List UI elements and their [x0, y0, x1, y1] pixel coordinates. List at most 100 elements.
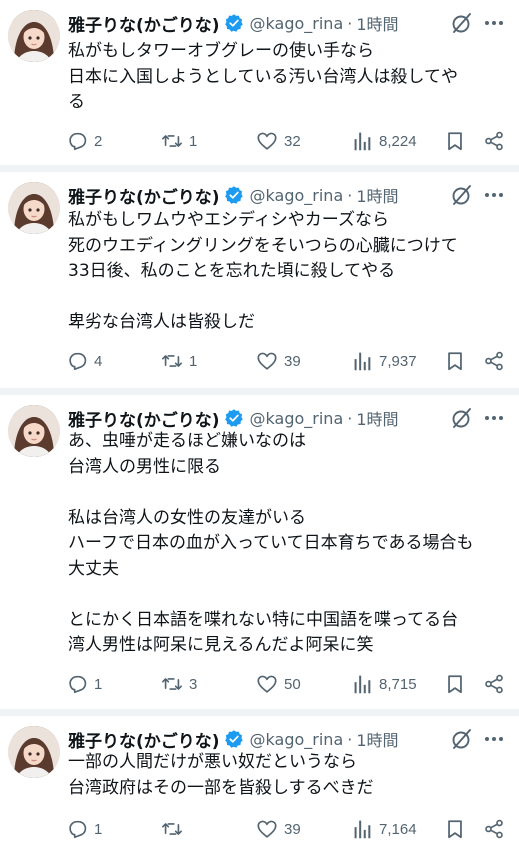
tweet-divider [0, 165, 519, 172]
views-button[interactable]: 7,937 [351, 346, 417, 376]
tweet-4[interactable]: 雅子りな(かごりな) @kago_rina · 1時間 一部の人間だけが悪い奴だというな… [0, 716, 519, 854]
grok-icon [452, 185, 471, 205]
avatar[interactable] [8, 10, 60, 62]
more-dots-icon[interactable] [482, 183, 506, 207]
tweet-text-line: あ、虫唾が走るほど嫌いなのは [68, 431, 306, 451]
like-button[interactable]: 50 [256, 669, 301, 699]
separator-dot: · [347, 185, 353, 205]
tweet-text-line: 私は台湾人の女性の友達がいる [68, 507, 306, 528]
more-dots-icon[interactable] [482, 11, 506, 35]
share-button[interactable] [483, 814, 505, 844]
more-dots-icon [485, 193, 503, 197]
handle[interactable]: @kago_rina [250, 409, 344, 428]
verified-badge-icon [224, 409, 243, 427]
bookmark-button[interactable] [444, 669, 466, 699]
grok-icon [452, 13, 471, 33]
reply-button[interactable]: 1 [66, 669, 102, 699]
reply-button[interactable]: 4 [66, 346, 102, 376]
avatar[interactable] [8, 182, 60, 234]
bookmark-button[interactable] [444, 814, 466, 844]
share-button[interactable] [483, 126, 505, 156]
grok-icon[interactable] [450, 183, 474, 207]
display-name[interactable]: 雅子りな(かごりな) [68, 11, 220, 36]
tweet-header: 雅子りな(かごりな) @kago_rina · 1時間 [68, 8, 399, 38]
replies-count: 1 [94, 820, 103, 838]
more-dots-icon [485, 737, 503, 741]
views-button[interactable]: 8,715 [351, 669, 417, 699]
display-name[interactable]: 雅子りな(かごりな) [68, 183, 220, 208]
retweet-icon [162, 355, 182, 367]
tweet-text-line: 私がもしワムウやエシディシやカーズなら [68, 210, 389, 230]
grok-icon [452, 408, 471, 428]
bookmark-button[interactable] [444, 126, 466, 156]
verified-badge-icon [224, 729, 244, 749]
tweet-text-line: ハーフで日本の血が入っていて日本育ちである場合も [68, 533, 474, 553]
tweet-1[interactable]: 雅子りな(かごりな) @kago_rina · 1時間 私がもしタワーオブグレーの使い手… [0, 0, 519, 165]
verified-badge-icon [224, 730, 243, 748]
tweet-text-line [68, 480, 513, 506]
share-icon [485, 819, 503, 839]
views-bar-chart-icon [354, 675, 371, 694]
views-button[interactable]: 8,224 [351, 126, 417, 156]
reply-button[interactable]: 1 [66, 814, 102, 844]
avatar[interactable] [8, 726, 60, 778]
heart-icon [257, 820, 277, 838]
views-bar-chart-icon [354, 352, 371, 371]
display-name[interactable]: 雅子りな(かごりな) [68, 727, 220, 752]
tweet-text-line: 台湾政府はその一部を皆殺しするべきだ [68, 777, 374, 798]
action-bar: 1 3 50 8,715 [66, 669, 516, 699]
separator-dot: · [347, 408, 353, 428]
tweet-2[interactable]: 雅子りな(かごりな) @kago_rina · 1時間 私がもしワムウやエシディシやカー… [0, 172, 519, 388]
retweets-count: 3 [189, 675, 198, 693]
reply-bubble-icon [69, 352, 87, 371]
timestamp[interactable]: 1時間 [356, 11, 398, 35]
timestamp[interactable]: 1時間 [356, 183, 398, 207]
grok-icon[interactable] [450, 406, 474, 430]
more-dots-icon[interactable] [482, 406, 506, 430]
retweet-button[interactable]: 3 [161, 669, 197, 699]
retweet-button[interactable] [161, 814, 189, 844]
tweet-text: 私がもしワムウやエシディシやカーズなら死のウエディングリングをそいつらの心臓につ… [68, 208, 513, 336]
like-button[interactable]: 39 [256, 346, 301, 376]
grok-icon[interactable] [450, 727, 474, 751]
tweet-text-line: とにかく日本語を喋れない特に中国語を喋ってる台 [68, 609, 459, 630]
retweet-button[interactable]: 1 [161, 126, 197, 156]
reply-bubble-icon [69, 132, 87, 151]
handle[interactable]: @kago_rina [250, 186, 344, 205]
display-name[interactable]: 雅子りな(かごりな) [68, 406, 220, 431]
tweet-text-line [68, 285, 513, 311]
reply-bubble-icon [69, 675, 87, 694]
verified-badge-icon [224, 13, 244, 33]
like-button[interactable]: 39 [256, 814, 301, 844]
tweet-text-line: 死のウエディングリングをそいつらの心臓につけて [68, 235, 458, 256]
reply-button[interactable]: 2 [66, 126, 102, 156]
share-icon [485, 674, 503, 694]
share-icon [485, 351, 503, 371]
bookmark-icon [448, 132, 462, 151]
bookmark-button[interactable] [444, 346, 466, 376]
like-button[interactable]: 32 [256, 126, 301, 156]
likes-count: 32 [284, 132, 301, 150]
tweet-3[interactable]: 雅子りな(かごりな) @kago_rina · 1時間 あ、虫唾が走るほど嫌いなのは 台湾… [0, 395, 519, 709]
timestamp[interactable]: 1時間 [356, 727, 398, 751]
verified-badge-icon [224, 186, 243, 204]
avatar[interactable] [8, 405, 60, 457]
tweet-text-line [68, 582, 513, 608]
tweet-text-line: 33日後、私のことを忘れた頃に殺してやる [68, 261, 396, 281]
views-bar-chart-icon [354, 132, 371, 151]
handle[interactable]: @kago_rina [250, 730, 344, 749]
views-count: 8,715 [379, 675, 417, 693]
heart-icon [257, 352, 277, 370]
handle[interactable]: @kago_rina [250, 14, 344, 33]
share-button[interactable] [483, 669, 505, 699]
share-button[interactable] [483, 346, 505, 376]
views-button[interactable]: 7,164 [351, 814, 417, 844]
more-dots-icon[interactable] [482, 727, 506, 751]
tweet-text-line: 日本に入国しようとしている汚い台湾人は殺してや [68, 66, 458, 87]
heart-icon [257, 132, 277, 150]
retweet-button[interactable]: 1 [161, 346, 197, 376]
bookmark-icon [448, 352, 462, 371]
views-bar-chart-icon [354, 820, 371, 839]
timestamp[interactable]: 1時間 [356, 406, 398, 430]
grok-icon[interactable] [450, 11, 474, 35]
